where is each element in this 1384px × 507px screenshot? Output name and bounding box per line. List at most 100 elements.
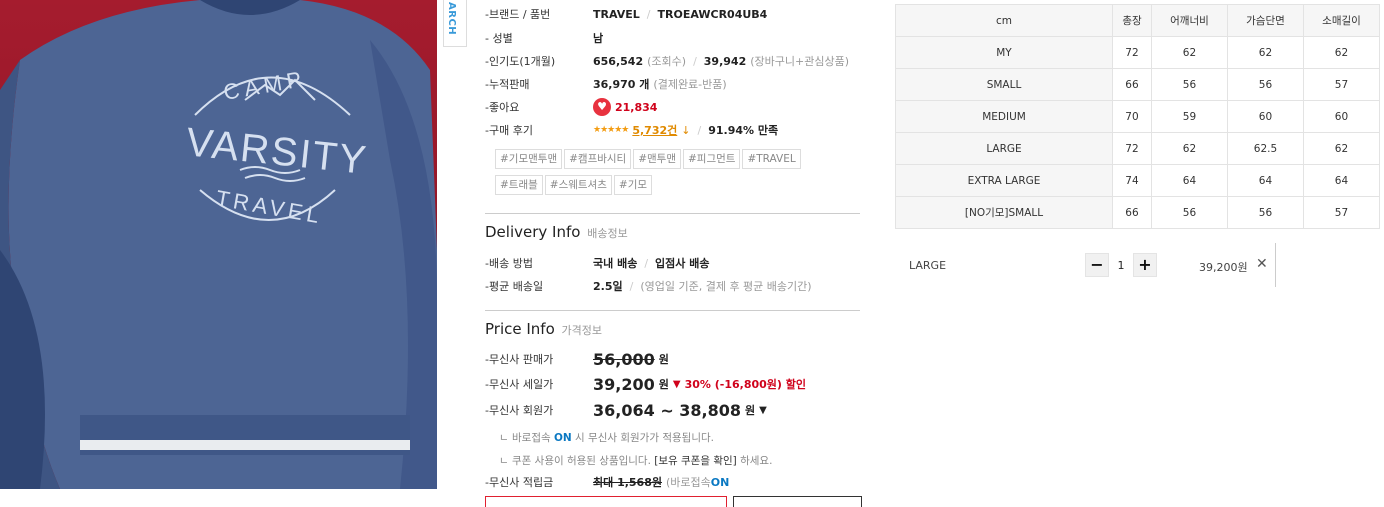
table-cell: 56 bbox=[1226, 196, 1304, 229]
delivery-avg-note: (영업일 기준, 결제 후 평균 배송기간) bbox=[640, 280, 812, 293]
points-note: (바로접속 bbox=[665, 476, 711, 489]
check-coupon-link[interactable]: [보유 쿠폰을 확인] bbox=[654, 455, 737, 467]
tag-item[interactable]: #TRAVEL bbox=[742, 149, 801, 169]
delivery-domestic: 국내 배송 bbox=[593, 257, 638, 270]
member-price-unit: 원 bbox=[745, 404, 756, 417]
sale-price-row: -무신사 세일가 39,200 원 ▼ 30% (-16,800원) 할인 bbox=[485, 374, 806, 394]
sales-label: -누적판매 bbox=[485, 78, 530, 91]
view-unit: (조회수) bbox=[647, 55, 687, 68]
plus-button[interactable]: + bbox=[1133, 253, 1157, 277]
header-cell: 총장 bbox=[1112, 4, 1152, 37]
table-cell: 57 bbox=[1302, 196, 1381, 229]
popularity-row: -인기도(1개월) 656,542 (조회수) / 39,942 (장바구니+관… bbox=[485, 54, 849, 69]
price-subtitle: 가격정보 bbox=[561, 324, 603, 337]
points-row: -무신사 적립금 최대 1,568원 (바로접속 ON bbox=[485, 472, 729, 492]
side-tab-label: ARCH bbox=[446, 2, 457, 36]
cart-unit: (장바구니+관심상품) bbox=[750, 55, 849, 68]
note-suffix: 시 무신사 회원가가 적용됩니다. bbox=[571, 432, 714, 444]
header-cell: 어깨너비 bbox=[1150, 4, 1228, 37]
likes-row: -좋아요 ♥ 21,834 bbox=[485, 97, 657, 117]
table-cell: 56 bbox=[1226, 68, 1304, 101]
tag-item[interactable]: #피그먼트 bbox=[683, 149, 741, 169]
brand-label: -브랜드 / 품번 bbox=[485, 8, 551, 21]
tag-item[interactable]: #기모 bbox=[613, 175, 653, 195]
direct-access-on: ON bbox=[553, 432, 572, 444]
reviews-label: -구매 후기 bbox=[485, 124, 533, 137]
tag-item[interactable]: #기모맨투맨 bbox=[495, 149, 563, 169]
table-cell: 64 bbox=[1150, 164, 1228, 197]
points-on: ON bbox=[710, 475, 730, 489]
sale-price-value: 39,200 bbox=[593, 374, 655, 394]
gender-label: - 성별 bbox=[485, 32, 513, 45]
reviews-row: -구매 후기 ★★★★★ 5,732건 ↓ / 91.94% 만족 bbox=[485, 122, 779, 138]
size-name: MY bbox=[895, 36, 1113, 69]
delivery-title: Delivery Info bbox=[485, 223, 581, 241]
table-row: LARGE 72 62 62.5 62 bbox=[895, 132, 1381, 165]
note-prefix: ㄴ 바로접속 bbox=[499, 432, 554, 444]
header-cell: 소매길이 bbox=[1302, 4, 1381, 37]
delivery-subtitle: 배송정보 bbox=[587, 227, 628, 240]
coupon-note-suffix: 하세요. bbox=[736, 455, 773, 467]
search-side-tab[interactable]: ARCH bbox=[443, 0, 467, 47]
table-cell: 62 bbox=[1150, 132, 1228, 165]
minus-button[interactable]: − bbox=[1085, 253, 1109, 277]
product-code: TROEAWCR04UB4 bbox=[657, 7, 768, 21]
delivery-method-row: -배송 방법 국내 배송 / 입점사 배송 bbox=[485, 256, 710, 271]
table-cell: 64 bbox=[1226, 164, 1304, 197]
table-cell: 62 bbox=[1150, 36, 1228, 69]
quantity-stepper: − 1 + bbox=[1085, 253, 1157, 277]
brand-row: -브랜드 / 품번 TRAVEL / TROEAWCR04UB4 bbox=[485, 7, 768, 22]
discount-arrow-icon: ▼ bbox=[672, 378, 681, 390]
likes-label: -좋아요 bbox=[485, 101, 520, 114]
tag-item[interactable]: #맨투맨 bbox=[633, 149, 681, 169]
delivery-vendor: 입점사 배송 bbox=[655, 257, 710, 270]
table-cell: 59 bbox=[1150, 100, 1228, 133]
gender-row: - 성별 남 bbox=[485, 28, 603, 48]
table-row: EXTRA LARGE 74 64 64 64 bbox=[895, 164, 1381, 197]
member-price-row: -무신사 회원가 36,064 ~ 38,808 원 ▼ bbox=[485, 400, 767, 420]
header-cell: cm bbox=[895, 4, 1113, 37]
satisfaction-rate: 91.94% 만족 bbox=[708, 124, 779, 137]
selected-option: LARGE − 1 + 39,200원 ✕ bbox=[895, 243, 1275, 287]
selected-option-price: 39,200원 bbox=[1199, 261, 1248, 274]
size-name: EXTRA LARGE bbox=[895, 164, 1113, 197]
points-label: -무신사 적립금 bbox=[485, 476, 554, 489]
price-section-title: Price Info 가격정보 bbox=[485, 320, 602, 338]
sales-note: (결제완료-반품) bbox=[653, 78, 727, 91]
popularity-label: -인기도(1개월) bbox=[485, 55, 556, 68]
size-table-header: cm 총장 어깨너비 가슴단면 소매길이 bbox=[895, 4, 1381, 37]
remove-option-icon[interactable]: ✕ bbox=[1256, 256, 1268, 272]
table-cell: 56 bbox=[1150, 68, 1228, 101]
table-cell: 62 bbox=[1226, 36, 1304, 69]
tag-item[interactable]: #캠프바시티 bbox=[564, 149, 632, 169]
table-cell: 60 bbox=[1302, 100, 1381, 133]
view-count: 656,542 bbox=[593, 54, 644, 68]
quantity-input[interactable]: 1 bbox=[1109, 259, 1133, 272]
size-table: cm 총장 어깨너비 가슴단면 소매길이 MY 72 62 62 62 SMAL… bbox=[895, 4, 1381, 229]
list-price-row: -무신사 판매가 56,000 원 bbox=[485, 349, 669, 369]
gender-value: 남 bbox=[593, 32, 604, 45]
member-price-label: -무신사 회원가 bbox=[485, 404, 554, 417]
member-price-toggle-icon[interactable]: ▼ bbox=[759, 405, 767, 416]
price-title: Price Info bbox=[485, 320, 555, 338]
table-cell: 62 bbox=[1302, 132, 1381, 165]
tag-item[interactable]: #트래블 bbox=[495, 175, 543, 195]
tag-list: #기모맨투맨 #캠프바시티 #맨투맨 #피그먼트 #TRAVEL #트래블 #스웨트셔츠 #… bbox=[495, 147, 855, 199]
sale-price-unit: 원 bbox=[658, 378, 669, 391]
heart-icon[interactable]: ♥ bbox=[593, 98, 611, 116]
review-count-link[interactable]: 5,732건 bbox=[632, 122, 677, 138]
table-row: SMALL 66 56 56 57 bbox=[895, 68, 1381, 101]
member-price-value: 36,064 ~ 38,808 bbox=[593, 400, 742, 420]
table-cell: 56 bbox=[1150, 196, 1228, 229]
tag-item[interactable]: #스웨트셔츠 bbox=[544, 175, 612, 195]
brand-link[interactable]: TRAVEL bbox=[593, 8, 640, 21]
table-cell: 62 bbox=[1302, 36, 1381, 69]
size-name: SMALL bbox=[895, 68, 1113, 101]
table-cell: 66 bbox=[1112, 68, 1152, 101]
delivery-avg-row: -평균 배송일 2.5일 / (영업일 기준, 결제 후 평균 배송기간) bbox=[485, 279, 812, 294]
arrow-down-icon: ↓ bbox=[681, 123, 691, 137]
table-row: MEDIUM 70 59 60 60 bbox=[895, 100, 1381, 133]
size-name: LARGE bbox=[895, 132, 1113, 165]
header-cell: 가슴단면 bbox=[1226, 4, 1304, 37]
table-row: MY 72 62 62 62 bbox=[895, 36, 1381, 69]
